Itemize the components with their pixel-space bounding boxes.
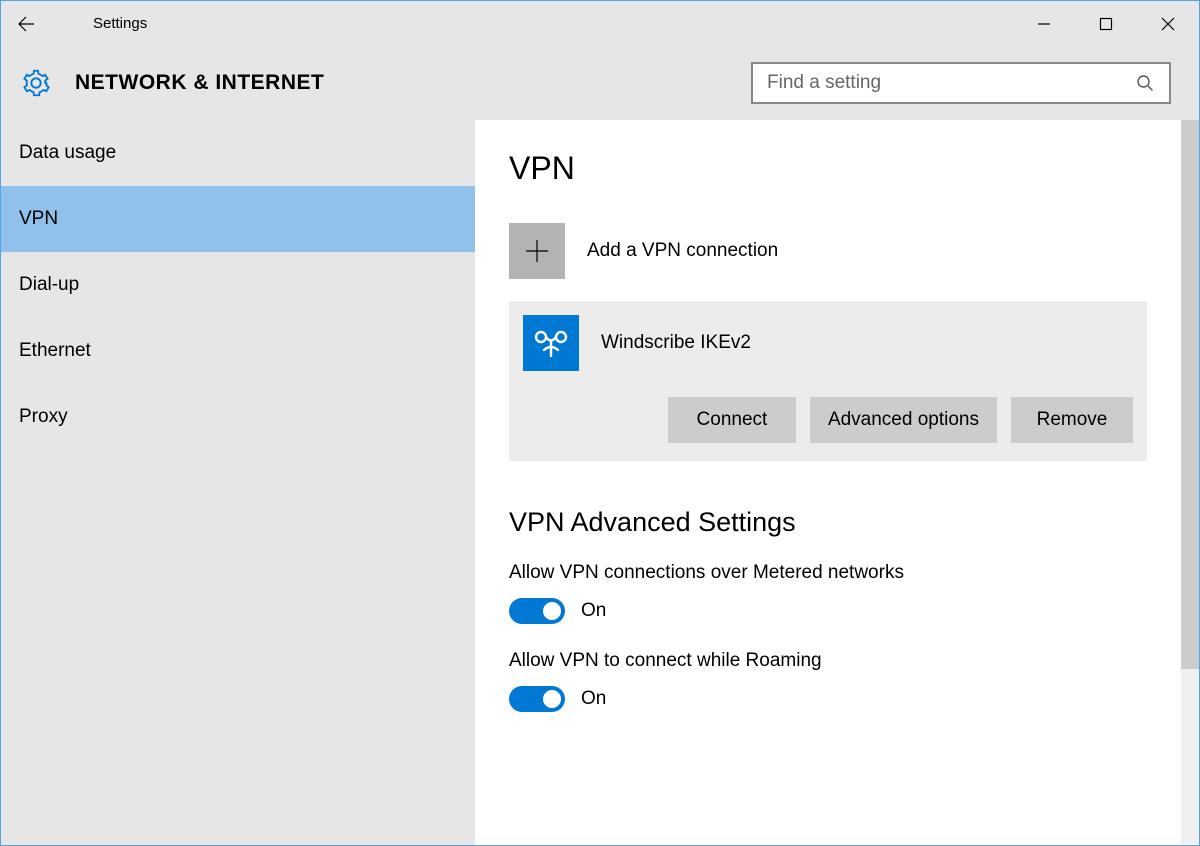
roaming-toggle-row: On (509, 686, 1179, 712)
titlebar: Settings (1, 1, 1199, 46)
header: NETWORK & INTERNET (1, 46, 1199, 120)
vpn-connection-entry[interactable]: Windscribe IKEv2 Connect Advanced option… (509, 301, 1147, 461)
minimize-button[interactable] (1013, 1, 1075, 46)
category-title: NETWORK & INTERNET (75, 71, 324, 95)
page-title: VPN (509, 150, 1179, 187)
app-title: Settings (93, 15, 147, 32)
roaming-label: Allow VPN to connect while Roaming (509, 650, 1179, 672)
window-controls (1013, 1, 1199, 46)
advanced-settings-title: VPN Advanced Settings (509, 507, 1179, 538)
advanced-options-button[interactable]: Advanced options (810, 397, 997, 443)
sidebar-item-dial-up[interactable]: Dial-up (1, 252, 475, 318)
sidebar-item-label: Dial-up (19, 274, 79, 296)
minimize-icon (1037, 17, 1051, 31)
scrollbar-thumb[interactable] (1181, 120, 1199, 669)
sidebar-item-label: VPN (19, 208, 58, 230)
sidebar-item-label: Ethernet (19, 340, 91, 362)
connect-button[interactable]: Connect (668, 397, 796, 443)
sidebar-item-data-usage[interactable]: Data usage (1, 120, 475, 186)
plus-icon (509, 223, 565, 279)
toggle-knob (543, 602, 561, 620)
toggle-knob (543, 690, 561, 708)
sidebar-item-proxy[interactable]: Proxy (1, 384, 475, 450)
vpn-row: Windscribe IKEv2 (523, 315, 1133, 371)
main-panel: VPN Add a VPN connection (475, 120, 1199, 845)
vpn-connection-name: Windscribe IKEv2 (601, 332, 751, 354)
close-button[interactable] (1137, 1, 1199, 46)
back-arrow-icon (16, 14, 36, 34)
search-box[interactable] (751, 62, 1171, 104)
sidebar-item-label: Proxy (19, 406, 68, 428)
sidebar: Data usage VPN Dial-up Ethernet Proxy (1, 120, 475, 845)
maximize-button[interactable] (1075, 1, 1137, 46)
metered-networks-label: Allow VPN connections over Metered netwo… (509, 562, 1179, 584)
close-icon (1161, 17, 1175, 31)
roaming-toggle[interactable] (509, 686, 565, 712)
sidebar-item-ethernet[interactable]: Ethernet (1, 318, 475, 384)
roaming-toggle-state: On (581, 688, 606, 710)
add-vpn-label: Add a VPN connection (587, 240, 778, 262)
metered-toggle[interactable] (509, 598, 565, 624)
sidebar-item-label: Data usage (19, 142, 116, 164)
remove-button[interactable]: Remove (1011, 397, 1133, 443)
gear-icon (21, 68, 51, 98)
content: Data usage VPN Dial-up Ethernet Proxy VP… (1, 120, 1199, 845)
maximize-icon (1099, 17, 1113, 31)
vpn-icon (523, 315, 579, 371)
metered-toggle-row: On (509, 598, 1179, 624)
metered-toggle-state: On (581, 600, 606, 622)
scrollbar[interactable] (1181, 120, 1199, 844)
vpn-actions: Connect Advanced options Remove (523, 397, 1133, 443)
sidebar-item-vpn[interactable]: VPN (1, 186, 475, 252)
search-input[interactable] (767, 72, 1135, 94)
back-button[interactable] (1, 1, 51, 46)
add-vpn-connection[interactable]: Add a VPN connection (509, 223, 1179, 279)
search-icon (1135, 73, 1155, 93)
